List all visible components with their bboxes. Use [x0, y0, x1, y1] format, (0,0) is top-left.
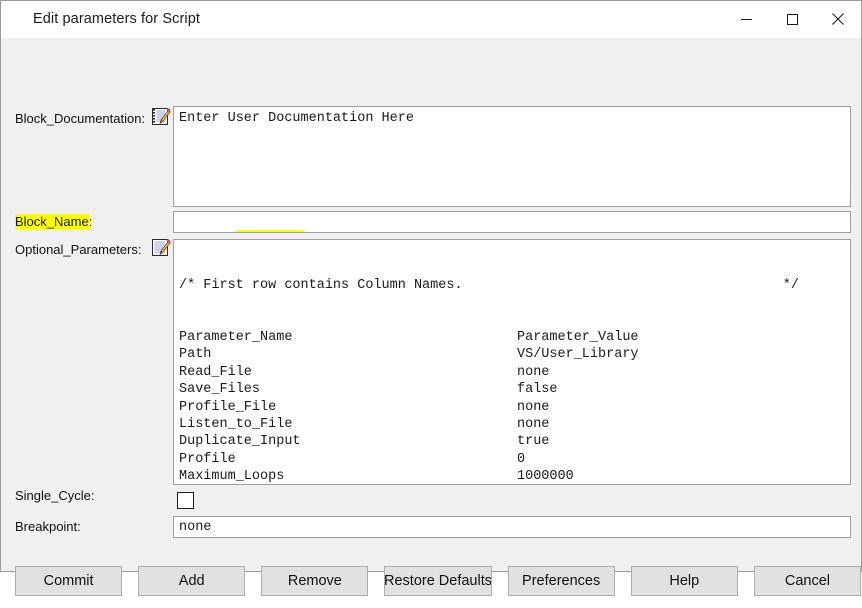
block-name-label: Block_Name: [15, 214, 92, 230]
edit-parameters-dialog: Edit parameters for Script Block_Documen… [0, 0, 862, 596]
breakpoint-label-row: Breakpoint: [15, 519, 81, 535]
restore-defaults-button[interactable]: Restore Defaults [384, 566, 492, 596]
block-name-value-highlight [234, 230, 303, 232]
parameters-comment-open: /* First row contains Column Names. [179, 277, 463, 293]
parameter-value: none [517, 364, 550, 380]
block-name-input[interactable]: "MyMachine" [173, 211, 851, 233]
table-row[interactable]: Read_File none [179, 364, 639, 381]
table-row[interactable]: Profile 0 [179, 451, 639, 468]
parameter-value: 1000000 [517, 469, 574, 485]
block-documentation-label: Block_Documentation: [15, 111, 146, 126]
parameters-comment-close: */ [782, 277, 799, 293]
block-documentation-edit-icon-wrap[interactable] [152, 108, 171, 126]
edit-pencil-icon[interactable] [152, 239, 171, 257]
commit-button[interactable]: Commit [15, 566, 123, 596]
table-row[interactable]: Path VS/User_Library [179, 346, 639, 363]
parameter-name: Listen_to_File [179, 417, 293, 433]
parameter-value: 0 [517, 451, 526, 467]
parameters-comment-line: /* First row contains Column Names. */ [179, 277, 799, 294]
block-documentation-textarea[interactable]: Enter User Documentation Here [173, 106, 851, 207]
parameter-name: Read_File [179, 364, 252, 380]
breakpoint-input[interactable]: none [173, 516, 851, 538]
breakpoint-label: Breakpoint: [15, 519, 81, 534]
parameter-name: Profile_File [179, 399, 277, 415]
help-button[interactable]: Help [630, 566, 738, 596]
table-row[interactable]: Profile_File none [179, 399, 639, 416]
parameters-table-body: Parameter_Name Parameter_Value Path VS/U… [179, 329, 639, 485]
parameters-comment-spacer [463, 277, 783, 294]
parameter-name: Maximum_Loops [179, 469, 285, 485]
maximize-button[interactable] [769, 2, 815, 37]
table-row[interactable]: Save_Files false [179, 381, 639, 398]
parameter-name: Save_Files [179, 382, 261, 398]
parameter-value: none [517, 399, 550, 415]
table-header-row: Parameter_Name Parameter_Value [179, 329, 639, 346]
button-bar: Commit Add Remove Restore Defaults Prefe… [1, 554, 861, 608]
optional-parameters-edit-icon-wrap[interactable] [152, 239, 171, 257]
cancel-button[interactable]: Cancel [753, 566, 861, 596]
block-name-value-wrap: "MyMachine" [228, 230, 382, 232]
parameter-name: Path [179, 347, 212, 363]
block-documentation-label-row: Block_Documentation: [15, 111, 145, 127]
table-row[interactable]: Duplicate_Input true [179, 433, 639, 450]
dialog-content: Block_Documentation: Enter User Document… [1, 38, 861, 596]
column-header-parameter-value: Parameter_Value [517, 330, 639, 346]
title-bar: Edit parameters for Script [1, 1, 861, 38]
optional-parameters-label: Optional_Parameters: [15, 242, 142, 257]
edit-pencil-icon[interactable] [152, 108, 171, 126]
parameter-name: Profile [179, 451, 236, 467]
optional-parameters-label-row: Optional_Parameters: [15, 242, 141, 258]
parameter-value: none [517, 417, 550, 433]
single-cycle-label-row: Single_Cycle: [15, 488, 95, 504]
parameter-name: Duplicate_Input [179, 434, 301, 450]
minimize-button[interactable] [723, 2, 769, 37]
block-name-label-text: Block_Name [15, 214, 89, 229]
single-cycle-label: Single_Cycle: [15, 488, 95, 503]
table-row[interactable]: Maximum_Loops 1000000 [179, 468, 639, 485]
parameter-value: VS/User_Library [517, 347, 639, 363]
column-header-parameter-name: Parameter_Name [179, 330, 293, 346]
add-button[interactable]: Add [138, 566, 246, 596]
parameter-value: true [517, 434, 550, 450]
window-title: Edit parameters for Script [33, 11, 200, 27]
preferences-button[interactable]: Preferences [507, 566, 615, 596]
parameter-value: false [517, 382, 558, 398]
close-button[interactable] [815, 2, 861, 37]
optional-parameters-textarea[interactable]: /* First row contains Column Names. */ P… [173, 239, 851, 485]
single-cycle-checkbox[interactable] [177, 492, 194, 509]
block-name-label-colon: : [88, 214, 93, 229]
block-name-label-row: Block_Name: [15, 214, 92, 230]
remove-button[interactable]: Remove [261, 566, 369, 596]
table-row[interactable]: Listen_to_File none [179, 416, 639, 433]
parameters-table: Parameter_Name Parameter_Value Path VS/U… [179, 329, 639, 485]
